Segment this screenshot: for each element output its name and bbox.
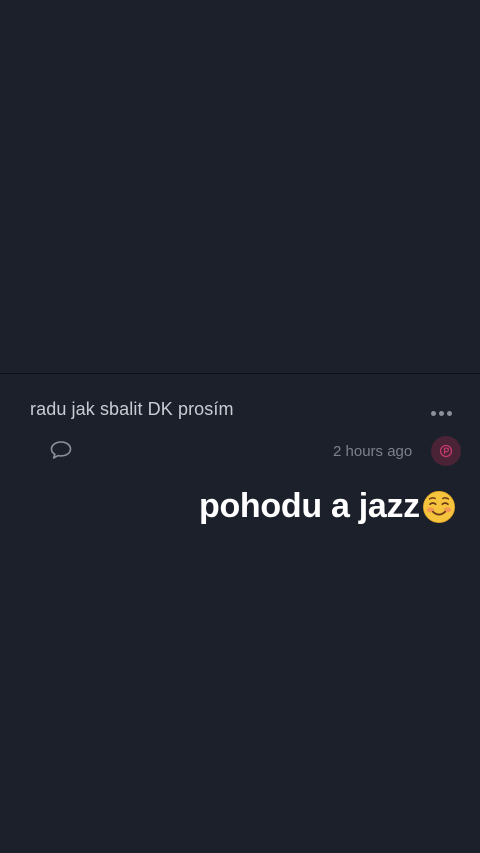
more-dots-icon	[446, 410, 452, 416]
more-dots-icon	[438, 410, 444, 416]
story-overlay-text: pohodu a jazz	[199, 487, 456, 526]
smiling-blush-face-emoji	[422, 490, 455, 523]
post-text: radu jak sbalit DK prosím	[30, 399, 234, 419]
divider	[0, 373, 480, 374]
more-dots-icon	[430, 410, 436, 416]
author-avatar[interactable]	[431, 436, 461, 466]
story-overlay-label: pohodu a jazz	[199, 487, 420, 525]
post-timestamp: 2 hours ago	[333, 443, 413, 460]
screen: radu jak sbalit DK prosím 2 hours ago po…	[0, 0, 480, 853]
more-options-button[interactable]	[424, 403, 458, 423]
comment-button[interactable]	[48, 438, 74, 462]
speech-bubble-icon	[50, 441, 72, 459]
media-area	[0, 0, 480, 374]
anonymous-avatar-icon	[439, 444, 453, 458]
